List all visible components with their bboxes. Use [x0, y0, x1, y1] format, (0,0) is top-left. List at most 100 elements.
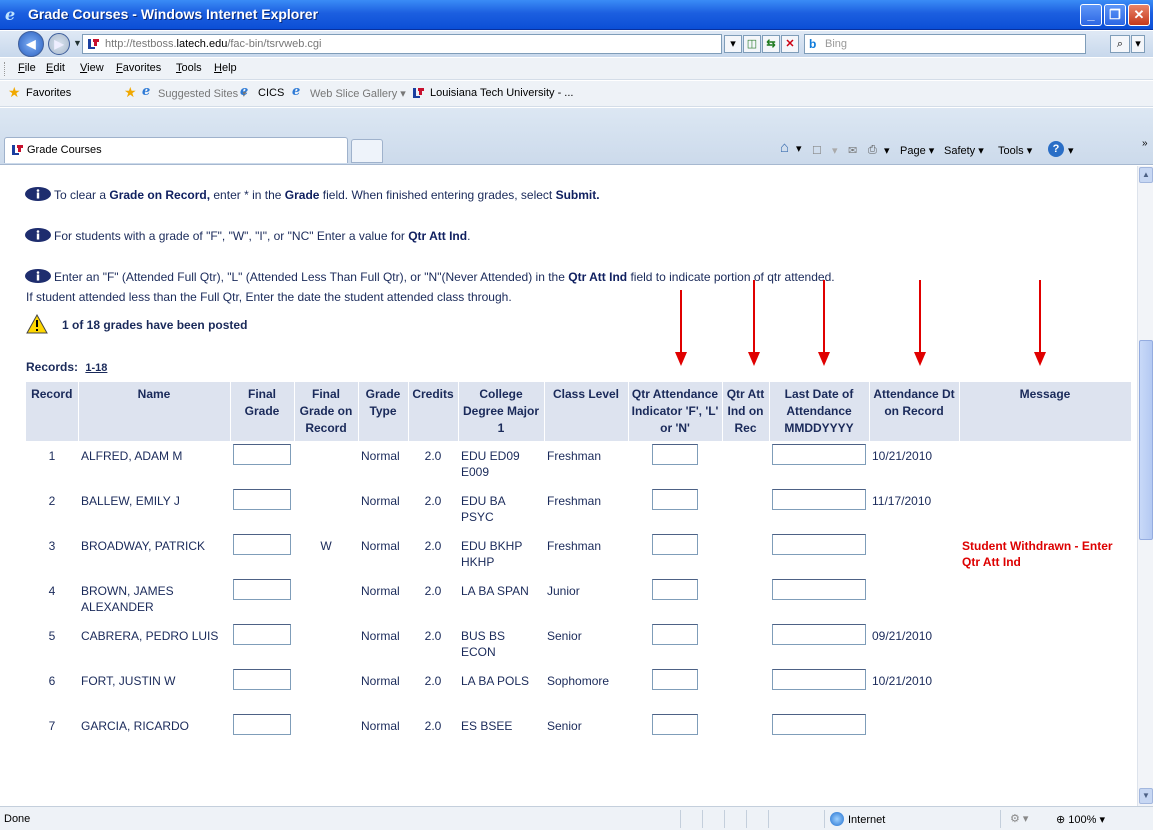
final-grade-input[interactable]: [233, 489, 291, 510]
table-row: 6 FORT, JUSTIN W Normal 2.0 LA BA POLS Sophom…: [26, 666, 1131, 711]
close-window-button[interactable]: ✕: [1128, 4, 1150, 26]
refresh-button[interactable]: ⇆: [762, 35, 780, 53]
new-tab-button[interactable]: [351, 139, 383, 163]
web-slice-gallery-link[interactable]: Web Slice Gallery ▾: [310, 87, 406, 100]
help-dropdown-icon[interactable]: ▾: [1068, 144, 1074, 157]
forward-button[interactable]: ▶: [48, 33, 70, 55]
menu-help[interactable]: Help: [214, 62, 237, 74]
row-message: [959, 576, 1131, 621]
url-text: http://testboss.latech.edu/fac-bin/tsrvw…: [105, 38, 322, 50]
page-menu[interactable]: Page ▾: [900, 144, 934, 157]
compatibility-view-icon[interactable]: ◫: [743, 35, 761, 53]
feeds-dropdown-icon[interactable]: ▾: [832, 144, 838, 157]
security-zone[interactable]: Internet: [830, 812, 885, 826]
search-dropdown-button[interactable]: ▾: [1131, 35, 1145, 53]
last-date-input[interactable]: [772, 489, 866, 510]
last-date-input[interactable]: [772, 534, 866, 555]
final-grade-input[interactable]: [233, 714, 291, 735]
scroll-up-button[interactable]: ▲: [1139, 167, 1153, 183]
college-degree-major: EDU BKHP HKHP: [461, 539, 523, 569]
home-icon[interactable]: ⌂: [780, 139, 789, 156]
record-number: 2: [48, 494, 56, 508]
attendance-dt-on-record: 11/17/2010: [872, 494, 932, 508]
records-range-link[interactable]: 1-18: [85, 362, 107, 374]
favorites-button[interactable]: Favorites: [26, 87, 71, 99]
add-favorite-icon[interactable]: ★: [124, 84, 137, 101]
final-grade-input[interactable]: [233, 444, 291, 465]
qtr-att-ind-input-cell: [628, 666, 722, 711]
student-name: FORT, JUSTIN W: [81, 674, 176, 688]
minimize-button[interactable]: _: [1080, 4, 1102, 26]
last-date-input[interactable]: [772, 624, 866, 645]
search-icon[interactable]: ⌕: [1110, 35, 1130, 53]
final-grade-input[interactable]: [233, 669, 291, 690]
row-message: [959, 441, 1131, 486]
qtr-att-ind-input[interactable]: [652, 714, 698, 735]
tools-menu[interactable]: Tools ▾: [998, 144, 1032, 157]
stop-button[interactable]: ✕: [781, 35, 799, 53]
last-date-input[interactable]: [772, 669, 866, 690]
qtr-att-ind-input[interactable]: [652, 579, 698, 600]
search-input[interactable]: b Bing: [804, 34, 1086, 54]
suggested-sites-icon: e: [142, 84, 151, 99]
class-level: Senior: [547, 719, 582, 733]
last-date-input[interactable]: [772, 444, 866, 465]
status-bar: Done Internet ⚙ ▾ ⊕ 100% ▾: [0, 806, 1153, 830]
home-dropdown-icon[interactable]: ▾: [796, 142, 802, 155]
final-grade-input[interactable]: [233, 579, 291, 600]
url-dropdown-button[interactable]: ▾: [724, 35, 742, 53]
qtr-att-ind-input[interactable]: [652, 624, 698, 645]
print-icon[interactable]: ⎙: [868, 144, 877, 157]
suggested-sites-link[interactable]: Suggested Sites ▾: [158, 87, 247, 100]
maximize-button[interactable]: ❐: [1104, 4, 1126, 26]
qtr-att-ind-on-rec: [722, 576, 769, 621]
last-date-input[interactable]: [772, 579, 866, 600]
menu-bar: File Edit View Favorites Tools Help: [0, 58, 1153, 80]
zoom-level[interactable]: ⊕ 100% ▾: [1056, 813, 1105, 826]
back-button[interactable]: ◀: [18, 31, 44, 57]
qtr-att-ind-on-rec: [722, 486, 769, 531]
vertical-scrollbar[interactable]: ▲ ▼: [1137, 166, 1153, 806]
menu-view[interactable]: View: [80, 62, 104, 74]
menu-tools[interactable]: Tools: [176, 62, 202, 74]
menu-favorites[interactable]: Favorites: [116, 62, 161, 74]
college-degree-major: LA BA POLS: [461, 674, 530, 688]
last-date-input[interactable]: [772, 714, 866, 735]
grade-type: Normal: [361, 674, 400, 688]
col-class-level: Class Level: [544, 382, 629, 441]
qtr-att-ind-input[interactable]: [652, 669, 698, 690]
mail-icon[interactable]: ✉: [848, 144, 857, 157]
table-row: 4 BROWN, JAMES ALEXANDER Normal 2.0 LA BA SP…: [26, 576, 1131, 621]
student-name: BROWN, JAMES ALEXANDER: [81, 584, 174, 614]
latech-link[interactable]: Louisiana Tech University - ...: [430, 87, 573, 99]
table-row: 1 ALFRED, ADAM M Normal 2.0 EDU ED09 E009 Fre…: [26, 441, 1131, 486]
final-grade-input[interactable]: [233, 624, 291, 645]
col-name: Name: [78, 382, 231, 441]
grade-type: Normal: [361, 494, 400, 508]
qtr-att-ind-input[interactable]: [652, 534, 698, 555]
table-row: 7 GARCIA, RICARDO Normal 2.0 ES BSEE Senior: [26, 711, 1131, 756]
protected-mode-icon[interactable]: ⚙ ▾: [1010, 812, 1028, 825]
qtr-att-ind-input[interactable]: [652, 444, 698, 465]
grade-on-record: [294, 711, 358, 756]
latech-fav-icon: [413, 88, 424, 98]
scroll-thumb[interactable]: [1139, 340, 1153, 540]
col-college: College Degree Major 1: [458, 382, 545, 441]
safety-menu[interactable]: Safety ▾: [944, 144, 984, 157]
qtr-att-ind-input[interactable]: [652, 489, 698, 510]
tab-grade-courses[interactable]: Grade Courses: [4, 137, 348, 163]
print-dropdown-icon[interactable]: ▾: [884, 144, 890, 157]
chevron-more-icon[interactable]: »: [1142, 138, 1148, 149]
help-icon[interactable]: ?: [1048, 141, 1064, 157]
feeds-icon[interactable]: ☐: [812, 144, 822, 157]
menu-file[interactable]: File: [18, 62, 36, 74]
scroll-down-button[interactable]: ▼: [1139, 788, 1153, 804]
cics-link[interactable]: CICS: [258, 87, 284, 99]
final-grade-input[interactable]: [233, 534, 291, 555]
menu-edit[interactable]: Edit: [46, 62, 65, 74]
info-icon: [25, 187, 51, 201]
history-dropdown-icon[interactable]: ▼: [73, 38, 82, 48]
grade-type: Normal: [361, 584, 400, 598]
address-input[interactable]: http://testboss.latech.edu/fac-bin/tsrvw…: [82, 34, 722, 54]
instruction-text: For students with a grade of "F", "W", "…: [54, 229, 471, 243]
